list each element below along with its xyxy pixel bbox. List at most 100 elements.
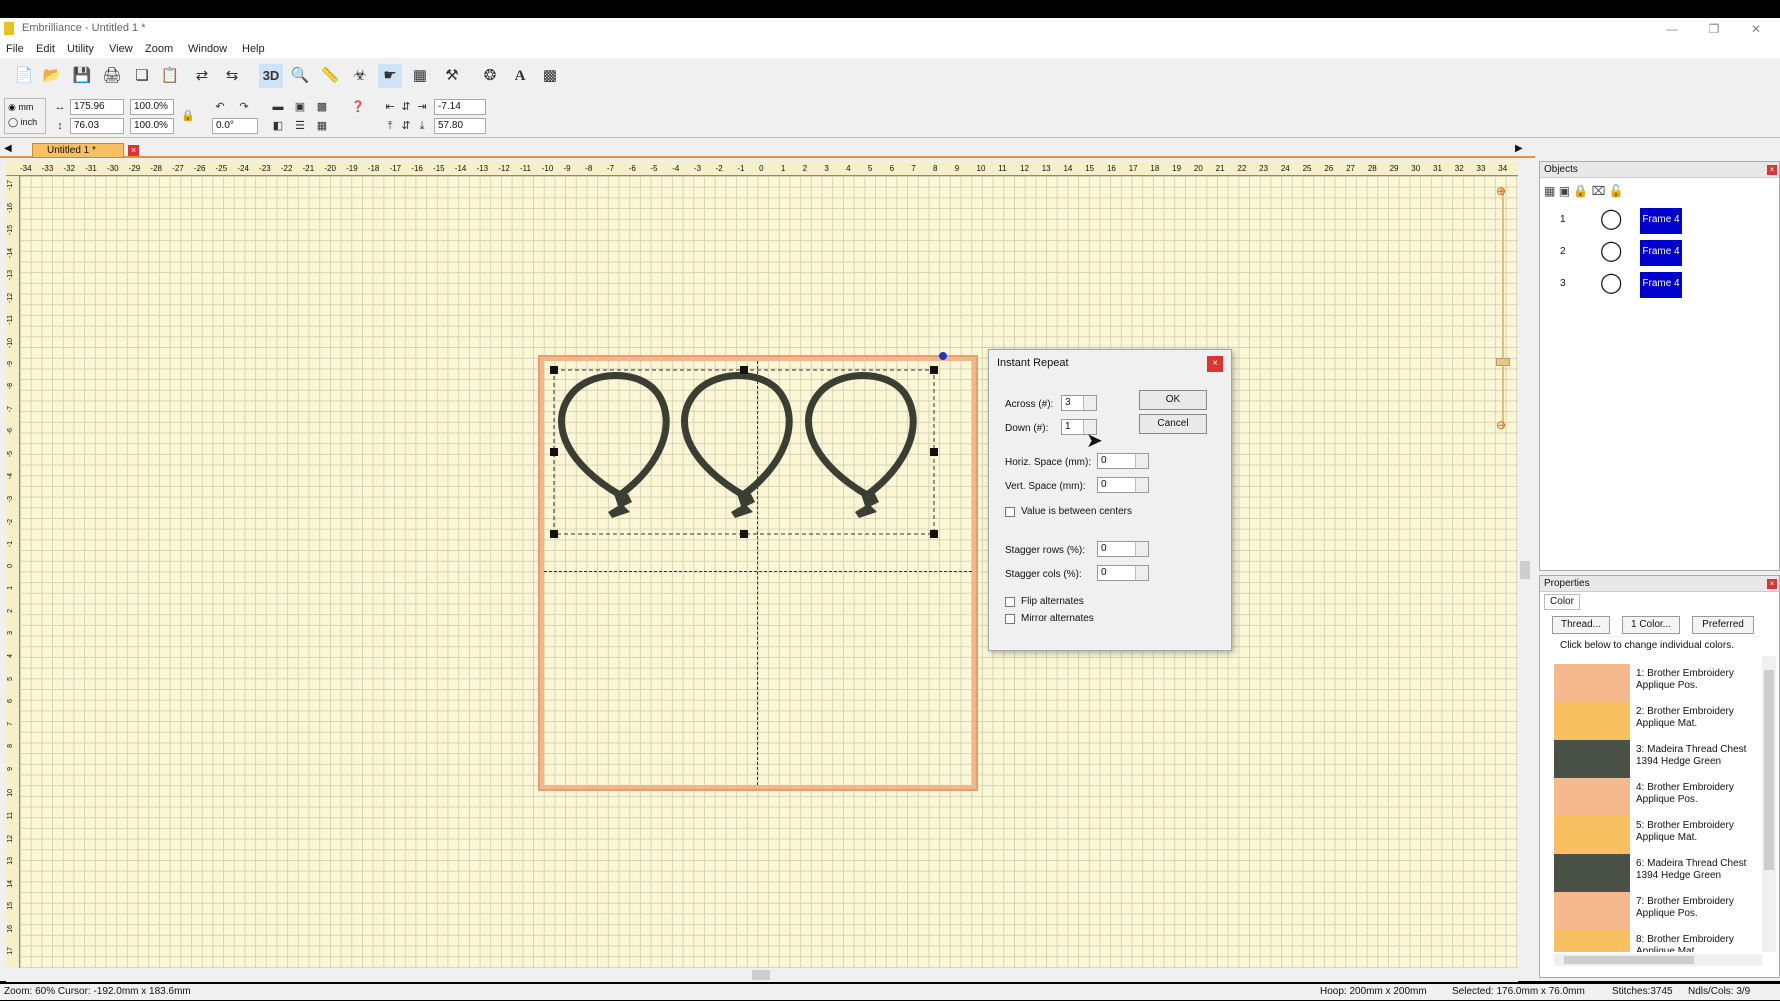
between-centers-checkbox[interactable]: [1005, 507, 1015, 517]
align-top-edge-icon[interactable]: ⤒: [382, 118, 398, 134]
x-position-field[interactable]: -7.14: [434, 99, 486, 115]
vert-space-spinner[interactable]: 0: [1097, 477, 1149, 493]
select-tool-icon[interactable]: ☛: [378, 64, 402, 88]
text-tool-icon[interactable]: A: [508, 64, 532, 88]
thread-icon[interactable]: ❂: [478, 64, 502, 88]
color-item[interactable]: 8: Brother Embroidery Applique Mat.: [1554, 930, 1754, 952]
dialog-close-icon[interactable]: ×: [1207, 356, 1223, 372]
thread-button[interactable]: Thread...: [1552, 616, 1610, 634]
color-list-scrollbar[interactable]: [1762, 656, 1776, 952]
unit-mm-radio[interactable]: ◉ mm: [8, 102, 33, 113]
unlock-object-icon[interactable]: 🔓: [1609, 184, 1624, 198]
horizontal-scrollbar[interactable]: [6, 968, 1518, 982]
angle-field[interactable]: 0.0°: [212, 118, 258, 134]
align-top-icon[interactable]: ▬: [270, 99, 286, 115]
help-icon[interactable]: ❓: [350, 99, 366, 115]
handle-bottom-right[interactable]: [930, 530, 938, 538]
paste-icon[interactable]: 📋: [158, 64, 182, 88]
unit-inch-radio[interactable]: ◯ inch: [8, 117, 37, 128]
export-icon[interactable]: ▩: [538, 64, 562, 88]
color-list-hscrollbar[interactable]: [1554, 954, 1762, 966]
rotate-left-icon[interactable]: ↶: [212, 99, 228, 115]
copy-icon[interactable]: ❏: [130, 64, 154, 88]
horizontal-scroll-thumb[interactable]: [752, 970, 770, 980]
menu-utility[interactable]: Utility: [67, 43, 94, 55]
ok-button[interactable]: OK: [1139, 390, 1207, 410]
maximize-icon[interactable]: ❐: [1694, 18, 1734, 40]
tab-scroll-right-icon[interactable]: ▶: [1515, 143, 1523, 154]
group-icon[interactable]: ▦: [314, 118, 330, 134]
zoom-out-icon[interactable]: ⊖: [1496, 418, 1506, 432]
y-position-field[interactable]: 57.80: [434, 118, 486, 134]
scale-height-field[interactable]: 100.0%: [130, 118, 174, 134]
align-bottom-edge-icon[interactable]: ⤓: [414, 118, 430, 134]
flip-alternates-checkbox[interactable]: [1005, 597, 1015, 607]
menu-window[interactable]: Window: [188, 43, 227, 55]
tab-close-icon[interactable]: ×: [128, 145, 139, 156]
vertical-scroll-thumb[interactable]: [1520, 561, 1530, 579]
align-center-h-icon[interactable]: ⇵: [398, 99, 414, 115]
width-field[interactable]: 175.96: [70, 99, 124, 115]
object-item[interactable]: 1 ◯ Frame 4: [1560, 206, 1760, 234]
fit-icon[interactable]: ▩: [314, 99, 330, 115]
stitch-tool-icon[interactable]: ☣: [348, 64, 372, 88]
color-item[interactable]: 4: Brother Embroidery Applique Pos.: [1554, 778, 1754, 816]
handle-bottom[interactable]: [740, 530, 748, 538]
across-spinner[interactable]: 3: [1061, 395, 1097, 411]
handle-top-right[interactable]: [930, 366, 938, 374]
properties-tool-icon[interactable]: ▦: [408, 64, 432, 88]
color-list-hscroll-thumb[interactable]: [1564, 956, 1694, 964]
center-icon[interactable]: ▣: [292, 99, 308, 115]
flip-icon[interactable]: ⇆: [220, 64, 244, 88]
menu-edit[interactable]: Edit: [36, 43, 55, 55]
3d-view-button[interactable]: 3D: [259, 64, 283, 88]
color-list-scroll-thumb[interactable]: [1764, 670, 1774, 870]
save-icon[interactable]: 💾: [70, 64, 94, 88]
distribute-icon[interactable]: ☰: [292, 118, 308, 134]
color-item[interactable]: 6: Madeira Thread Chest 1394 Hedge Green: [1554, 854, 1754, 892]
vertical-scrollbar[interactable]: [1518, 161, 1532, 968]
color-count-button[interactable]: 1 Color...: [1622, 616, 1680, 634]
mirror-alternates-checkbox[interactable]: [1005, 614, 1015, 624]
handle-right[interactable]: [930, 448, 938, 456]
properties-panel-close-icon[interactable]: ×: [1767, 579, 1777, 589]
rotate-handle[interactable]: [939, 352, 947, 360]
ruler-tool-icon[interactable]: 📏: [318, 64, 342, 88]
minimize-icon[interactable]: —: [1652, 18, 1692, 40]
close-icon[interactable]: ✕: [1736, 18, 1776, 40]
zoom-slider-thumb[interactable]: [1496, 358, 1510, 366]
handle-top-left[interactable]: [550, 366, 558, 374]
delete-object-icon[interactable]: ⌧: [1592, 184, 1606, 198]
color-item[interactable]: 5: Brother Embroidery Applique Mat.: [1554, 816, 1754, 854]
align-left-icon[interactable]: ◧: [270, 118, 286, 134]
needle-icon[interactable]: ⚒: [440, 64, 464, 88]
handle-left[interactable]: [550, 448, 558, 456]
menu-zoom[interactable]: Zoom: [145, 43, 173, 55]
zoom-icon[interactable]: 🔍: [288, 64, 312, 88]
color-item[interactable]: 2: Brother Embroidery Applique Mat.: [1554, 702, 1754, 740]
merge-icon[interactable]: ⇄: [190, 64, 214, 88]
align-right-edge-icon[interactable]: ⇥: [414, 99, 430, 115]
lock-ratio-icon[interactable]: 🔒: [180, 108, 196, 124]
zoom-in-icon[interactable]: ⊕: [1496, 184, 1506, 198]
zoom-slider[interactable]: ⊕ ⊖: [1496, 184, 1510, 432]
stagger-rows-spinner[interactable]: 0: [1097, 541, 1149, 557]
color-item[interactable]: 3: Madeira Thread Chest 1394 Hedge Green: [1554, 740, 1754, 778]
menu-help[interactable]: Help: [242, 43, 265, 55]
tab-untitled-1[interactable]: Untitled 1 * ×: [32, 143, 139, 158]
lock-object-icon[interactable]: 🔒: [1573, 184, 1588, 198]
ungroup-objects-icon[interactable]: ▣: [1559, 184, 1570, 198]
handle-bottom-left[interactable]: [550, 530, 558, 538]
rotate-right-icon[interactable]: ↷: [236, 99, 252, 115]
new-file-icon[interactable]: 📄: [12, 64, 36, 88]
handle-top[interactable]: [740, 366, 748, 374]
menu-view[interactable]: View: [109, 43, 133, 55]
cancel-button[interactable]: Cancel: [1139, 414, 1207, 434]
open-folder-icon[interactable]: 📂: [40, 64, 64, 88]
objects-panel-close-icon[interactable]: ×: [1767, 165, 1777, 175]
stagger-cols-spinner[interactable]: 0: [1097, 565, 1149, 581]
print-icon[interactable]: 🖨: [100, 64, 124, 88]
object-item[interactable]: 2 ◯ Frame 4: [1560, 238, 1760, 266]
preferred-button[interactable]: Preferred: [1692, 616, 1754, 634]
horiz-space-spinner[interactable]: 0: [1097, 453, 1149, 469]
